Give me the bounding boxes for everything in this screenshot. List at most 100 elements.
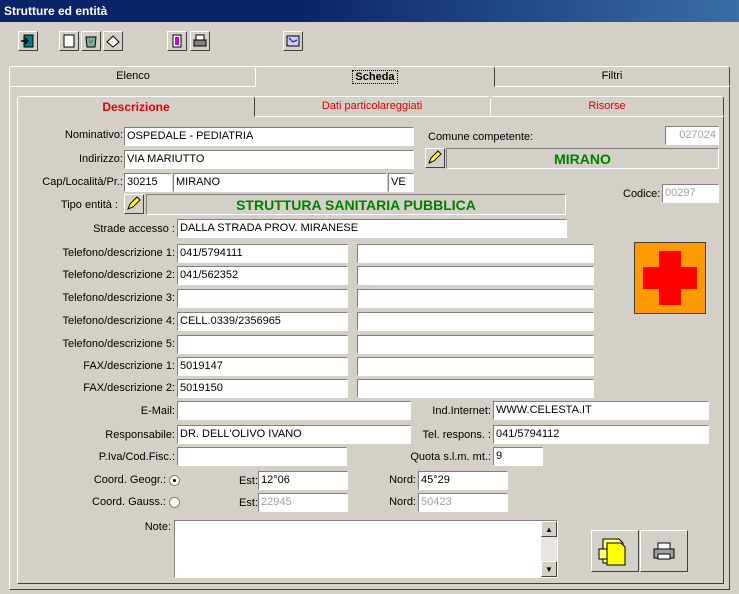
print-button[interactable] xyxy=(190,31,210,51)
printer-icon xyxy=(653,542,675,560)
comune-edit-button[interactable] xyxy=(425,148,445,168)
provincia-field[interactable]: VE xyxy=(388,173,414,192)
tipo-label: Tipo entità : xyxy=(60,199,118,211)
window-titlebar: Strutture ed entità xyxy=(0,0,739,22)
print-record-button[interactable] xyxy=(640,530,688,572)
scroll-down-button[interactable]: ▼ xyxy=(541,561,557,577)
tab-risorse[interactable]: Risorse xyxy=(490,96,724,116)
phone-number-field[interactable] xyxy=(177,335,348,354)
new-button[interactable] xyxy=(59,31,79,51)
comune-name-banner: MIRANO xyxy=(446,148,719,169)
erase-button[interactable] xyxy=(103,31,123,51)
quota-label: Quota s.l.m. mt.: xyxy=(410,451,491,463)
codice-label: Codice: xyxy=(623,188,661,200)
nominativo-label: Nominativo: xyxy=(64,129,123,141)
exit-icon xyxy=(21,34,34,48)
phone-description-field[interactable] xyxy=(357,244,594,263)
indirizzo-field[interactable]: VIA MARIUTTO xyxy=(124,150,414,169)
recycle-button[interactable] xyxy=(81,31,101,51)
coord-geogr-radio[interactable] xyxy=(169,475,180,486)
coord-gauss-radio[interactable] xyxy=(169,497,180,508)
phone-number-field[interactable]: 041/562352 xyxy=(177,266,348,285)
phone-label: Telefono/descrizione 3: xyxy=(62,292,175,304)
coord-geogr-est-label: Est: xyxy=(239,475,258,487)
phone-label: Telefono/descrizione 5: xyxy=(62,338,175,350)
map-icon xyxy=(286,35,300,47)
nominativo-field[interactable]: OSPEDALE - PEDIATRIA xyxy=(124,127,414,146)
coord-geogr-label: Coord. Geogr.: xyxy=(93,474,166,486)
red-cross-image xyxy=(634,242,706,314)
map-button[interactable] xyxy=(283,31,303,51)
tab-elenco[interactable]: Elenco xyxy=(9,66,257,86)
tab-descrizione[interactable]: Descrizione xyxy=(17,96,255,117)
phone-number-field[interactable]: CELL.0339/2356965 xyxy=(177,312,348,331)
note-scrollbar[interactable]: ▲ ▼ xyxy=(541,521,557,577)
piva-field[interactable] xyxy=(177,447,347,466)
cap-field[interactable]: 30215 xyxy=(124,173,172,192)
quota-field[interactable]: 9 xyxy=(493,447,543,466)
phone-description-field[interactable] xyxy=(357,266,594,285)
strade-label: Strade accesso : xyxy=(93,223,175,235)
piva-label: P.Iva/Cod.Fisc.: xyxy=(98,451,175,463)
tab-scheda[interactable]: Scheda xyxy=(255,66,495,87)
phone-number-field[interactable]: 041/5794111 xyxy=(177,244,348,263)
phone-label: Telefono/descrizione 1: xyxy=(62,247,175,259)
scroll-up-button[interactable]: ▲ xyxy=(541,521,557,537)
phone-label: FAX/descrizione 1: xyxy=(83,360,175,372)
email-field[interactable] xyxy=(177,401,411,420)
phone-description-field[interactable] xyxy=(357,312,594,331)
tel-respons-label: Tel. respons. : xyxy=(422,429,491,441)
phone-label: Telefono/descrizione 4: xyxy=(62,315,175,327)
phone-number-field[interactable]: 5019147 xyxy=(177,357,348,376)
phone-description-field[interactable] xyxy=(357,289,594,308)
pencil-icon xyxy=(127,196,141,210)
tab-dati-particolareggiati[interactable]: Dati particolareggiati xyxy=(253,96,491,116)
exit-button[interactable] xyxy=(18,31,38,51)
copy-icon xyxy=(172,34,182,48)
strade-field[interactable]: DALLA STRADA PROV. MIRANESE xyxy=(177,219,567,238)
phone-description-field[interactable] xyxy=(357,379,594,398)
window-title: Strutture ed entità xyxy=(4,4,108,18)
cap-label: Cap/Località/Pr.: xyxy=(42,176,123,188)
coord-gauss-label: Coord. Gauss.: xyxy=(92,496,166,508)
print-icon xyxy=(193,34,207,47)
phone-description-field[interactable] xyxy=(357,335,594,354)
notes-icon xyxy=(598,538,626,566)
coord-gauss-nord-field[interactable]: 50423 xyxy=(418,493,508,512)
erase-icon xyxy=(106,35,120,48)
coord-gauss-est-field[interactable]: 22945 xyxy=(258,493,348,512)
pencil-icon xyxy=(428,150,442,164)
comune-label: Comune competente: xyxy=(428,131,534,143)
phone-label: FAX/descrizione 2: xyxy=(83,382,175,394)
coord-geogr-est-field[interactable]: 12°06 xyxy=(258,471,348,490)
internet-field[interactable]: WWW.CELESTA.IT xyxy=(493,401,709,420)
indirizzo-label: Indirizzo: xyxy=(78,153,123,165)
phone-number-field[interactable]: 5019150 xyxy=(177,379,348,398)
responsabile-field[interactable]: DR. DELL'OLIVO IVANO xyxy=(177,425,411,444)
note-textarea[interactable] xyxy=(174,520,558,578)
red-cross-icon xyxy=(643,251,697,305)
codice-field[interactable]: 00297 xyxy=(662,184,719,203)
coord-geogr-nord-field[interactable]: 45°29 xyxy=(418,471,508,490)
note-label: Note: xyxy=(144,521,171,533)
tipo-banner: STRUTTURA SANITARIA PUBBLICA xyxy=(146,194,566,215)
tel-respons-field[interactable]: 041/5794112 xyxy=(493,425,709,444)
copy-button[interactable] xyxy=(167,31,187,51)
tab-filtri[interactable]: Filtri xyxy=(494,66,730,86)
internet-label: Ind.Internet: xyxy=(432,405,491,417)
coord-gauss-nord-label: Nord: xyxy=(389,496,416,508)
new-doc-icon xyxy=(63,34,75,48)
recycle-icon xyxy=(85,36,97,48)
toolbar xyxy=(0,22,739,66)
phone-number-field[interactable] xyxy=(177,289,348,308)
tipo-edit-button[interactable] xyxy=(124,194,144,214)
phone-label: Telefono/descrizione 2: xyxy=(62,269,175,281)
attachment-button[interactable] xyxy=(591,530,639,572)
phone-description-field[interactable] xyxy=(357,357,594,376)
coord-geogr-nord-label: Nord: xyxy=(389,474,416,486)
email-label: E-Mail: xyxy=(140,405,175,417)
responsabile-label: Responsabile: xyxy=(105,429,175,441)
localita-field[interactable]: MIRANO xyxy=(173,173,387,192)
comune-code-field[interactable]: 027024 xyxy=(665,126,719,145)
coord-gauss-est-label: Est: xyxy=(239,497,258,509)
